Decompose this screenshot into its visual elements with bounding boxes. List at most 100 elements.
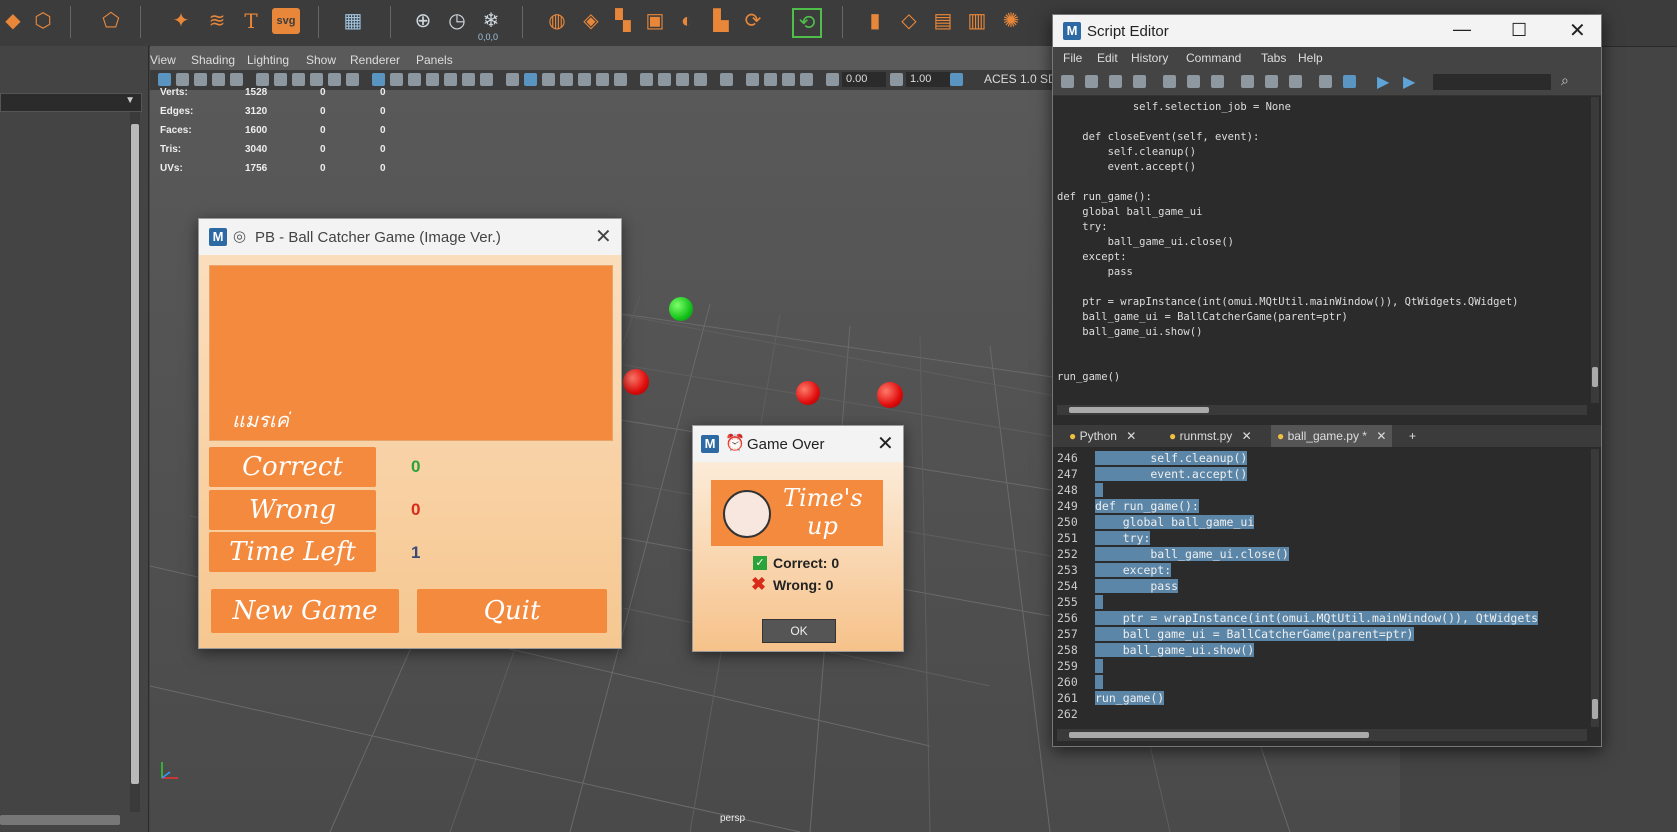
tab-python[interactable]: ● Python ✕	[1063, 425, 1142, 447]
pillar-icon[interactable]: ▮	[862, 8, 888, 34]
star-icon[interactable]: ✦	[168, 8, 194, 34]
backface-icon[interactable]	[800, 73, 813, 86]
open-icon[interactable]	[1061, 75, 1074, 88]
shapes-icon[interactable]: ◐	[674, 8, 700, 34]
menu-history[interactable]: History	[1131, 51, 1168, 65]
history-hscroll-thumb[interactable]	[1069, 407, 1209, 413]
new-game-button[interactable]: New Game	[211, 589, 399, 633]
search-input[interactable]	[1433, 74, 1551, 90]
quit-button[interactable]: Quit	[417, 589, 607, 633]
gamma-field[interactable]: 1.00	[906, 72, 950, 87]
code-input-pane[interactable]: 246 self.cleanup() 247 event.accept() 24…	[1057, 449, 1587, 727]
close-icon[interactable]: ✕	[877, 431, 894, 456]
cycle-icon[interactable]: ⟲	[792, 8, 822, 38]
panel-dropdown[interactable]: ▼	[0, 93, 142, 112]
refresh-icon[interactable]: ⟳	[740, 8, 766, 34]
snowflake-icon[interactable]: ❄	[478, 8, 504, 34]
cam-attr-icon[interactable]	[256, 73, 269, 86]
execute-all-icon[interactable]: ▶	[1403, 72, 1415, 92]
grid-settings-icon[interactable]: ▦	[340, 8, 366, 34]
panel-horizontal-scrollbar[interactable]	[0, 815, 120, 825]
lights-icon[interactable]	[596, 73, 609, 86]
input-hscroll[interactable]	[1057, 729, 1587, 741]
wheel-icon[interactable]: ✺	[998, 8, 1024, 34]
menu-command[interactable]: Command	[1186, 51, 1241, 65]
brush-icon[interactable]	[346, 73, 359, 86]
tab-ball-game[interactable]: ● ball_game.py * ✕	[1271, 425, 1393, 447]
field-chart-icon[interactable]	[444, 73, 457, 86]
menu-file[interactable]: File	[1063, 51, 1082, 65]
echo-commands-icon[interactable]	[1319, 75, 1332, 88]
menu-help[interactable]: Help	[1298, 51, 1323, 65]
gate-mask-icon[interactable]	[426, 73, 439, 86]
box-icon[interactable]: ▣	[642, 8, 668, 34]
text-icon[interactable]: T	[238, 8, 264, 34]
input-vscroll-thumb[interactable]	[1592, 699, 1598, 719]
history-pane[interactable]: self.selection_job = None def closeEvent…	[1057, 97, 1587, 403]
execute-selected-icon[interactable]: ▶	[1377, 72, 1389, 92]
exposure-field[interactable]: 0.00	[842, 72, 886, 87]
film-icon[interactable]	[194, 73, 207, 86]
textured-icon[interactable]	[578, 73, 591, 86]
viewport-menu-renderer[interactable]: Renderer	[350, 53, 400, 67]
history-vscroll-thumb[interactable]	[1592, 367, 1598, 387]
save-to-shelf-icon[interactable]	[1133, 75, 1146, 88]
bookmark-icon[interactable]	[212, 73, 225, 86]
cam-lock-icon[interactable]	[274, 73, 287, 86]
save-icon[interactable]	[1109, 75, 1122, 88]
game-over-titlebar[interactable]: M ⏰ Game Over ✕	[693, 426, 903, 462]
viewport-menu-view[interactable]: View	[150, 53, 176, 67]
clear-input-icon[interactable]	[1187, 75, 1200, 88]
xray-active-icon[interactable]	[782, 73, 795, 86]
bricks-icon[interactable]: ▥	[964, 8, 990, 34]
polyhedron-icon[interactable]: ⬠	[98, 8, 124, 34]
crate-icon[interactable]: ▤	[930, 8, 956, 34]
timer-icon[interactable]: ◷	[444, 8, 470, 34]
viewport-menu-shading[interactable]: Shading	[191, 53, 235, 67]
panel-scrollbar-thumb[interactable]	[131, 124, 139, 784]
shadows-icon[interactable]	[614, 73, 627, 86]
menu-edit[interactable]: Edit	[1097, 51, 1118, 65]
viewport-menu-show[interactable]: Show	[306, 53, 336, 67]
flag-icon[interactable]	[310, 73, 323, 86]
binoculars-icon[interactable]	[292, 73, 305, 86]
line-numbers-icon[interactable]	[1343, 75, 1356, 88]
close-tab-icon[interactable]: ✕	[1376, 429, 1386, 443]
clear-all-icon[interactable]	[1211, 75, 1224, 88]
viewport-menu-lighting[interactable]: Lighting	[247, 53, 289, 67]
add-tab-button[interactable]: +	[1403, 425, 1422, 447]
history-hscroll[interactable]	[1057, 405, 1587, 415]
close-icon[interactable]: ✕	[1569, 18, 1586, 43]
isolate-icon[interactable]	[720, 73, 733, 86]
pen-icon[interactable]	[328, 73, 341, 86]
maximize-icon[interactable]: ☐	[1511, 20, 1527, 41]
show-both-icon[interactable]	[1289, 75, 1302, 88]
smooth-shade-icon[interactable]	[524, 73, 537, 86]
ball-catcher-titlebar[interactable]: M ◎ PB - Ball Catcher Game (Image Ver.) …	[199, 219, 621, 255]
sweep-icon[interactable]: ≋	[204, 8, 230, 34]
wireframe-icon[interactable]	[506, 73, 519, 86]
viewport-menu-panels[interactable]: Panels	[416, 53, 453, 67]
svg-icon[interactable]: svg	[272, 8, 300, 34]
select-icon[interactable]	[158, 73, 171, 86]
safe-action-icon[interactable]	[462, 73, 475, 86]
aa-icon[interactable]	[676, 73, 689, 86]
default-material-icon[interactable]	[542, 73, 555, 86]
stack-icon[interactable]: ▙	[708, 8, 734, 34]
script-editor-titlebar[interactable]: M Script Editor — ☐ ✕	[1053, 15, 1601, 47]
sphere-icon[interactable]: ◍	[544, 8, 570, 34]
cube-crossed-icon[interactable]: ◆	[0, 8, 26, 34]
ring-icon[interactable]: ⬡	[30, 8, 56, 34]
history-vscroll[interactable]	[1591, 97, 1599, 403]
exposure-icon[interactable]	[826, 73, 839, 86]
gamma-icon[interactable]	[890, 73, 903, 86]
show-input-icon[interactable]	[1265, 75, 1278, 88]
ok-button[interactable]: OK	[762, 619, 836, 643]
dof-icon[interactable]	[694, 73, 707, 86]
ssao-icon[interactable]	[640, 73, 653, 86]
menu-tabs[interactable]: Tabs	[1261, 51, 1286, 65]
blocks-icon[interactable]: ▚	[610, 8, 636, 34]
input-vscroll[interactable]	[1591, 449, 1599, 727]
tab-runmst[interactable]: ● runmst.py ✕	[1163, 425, 1258, 447]
motion-blur-icon[interactable]	[658, 73, 671, 86]
